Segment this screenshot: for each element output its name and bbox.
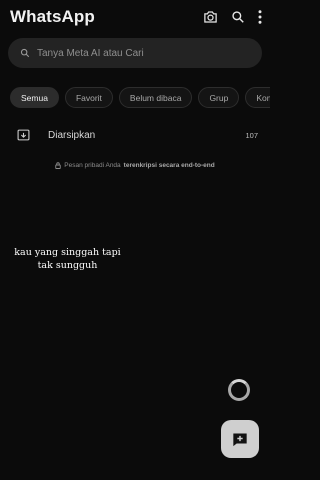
new-chat-icon	[232, 432, 248, 447]
overlay-caption-line-1: kau yang singgah tapi	[14, 247, 121, 258]
archived-chats-row[interactable]: Diarsipkan 107	[0, 124, 270, 146]
filter-chip-semua[interactable]: Semua	[10, 87, 59, 108]
archive-icon	[17, 129, 30, 141]
camera-icon[interactable]	[203, 10, 218, 24]
overlay-caption: kau yang singgah tapi tak sungguh	[10, 246, 125, 272]
lock-icon	[55, 162, 61, 169]
filter-chip-komunitas[interactable]: Kom	[245, 87, 270, 108]
new-chat-button[interactable]	[221, 420, 259, 458]
filter-chip-grup[interactable]: Grup	[198, 87, 240, 108]
overlay-caption-line-2: tak sungguh	[37, 260, 98, 271]
encryption-emphasis: terenkripsi secara end-to-end	[123, 162, 215, 169]
search-input[interactable]	[37, 47, 250, 59]
search-bar[interactable]	[8, 38, 262, 68]
meta-ai-button[interactable]	[228, 379, 250, 401]
encryption-prefix: Pesan pribadi Anda	[64, 162, 121, 169]
search-icon[interactable]	[231, 10, 245, 24]
search-bar-icon	[20, 48, 30, 58]
app-header: WhatsApp	[0, 0, 270, 34]
filter-chip-favorit[interactable]: Favorit	[64, 87, 113, 108]
archived-count: 107	[245, 130, 258, 140]
header-actions	[203, 10, 262, 24]
app-title: WhatsApp	[10, 7, 95, 26]
encryption-notice[interactable]: Pesan pribadi Anda terenkripsi secara en…	[0, 162, 270, 169]
filter-chips: Semua Favorit Belum dibaca Grup Kom	[10, 87, 270, 108]
filter-chip-belum-dibaca[interactable]: Belum dibaca	[118, 87, 193, 108]
more-vertical-icon[interactable]	[258, 10, 262, 24]
archived-label: Diarsipkan	[48, 129, 96, 141]
